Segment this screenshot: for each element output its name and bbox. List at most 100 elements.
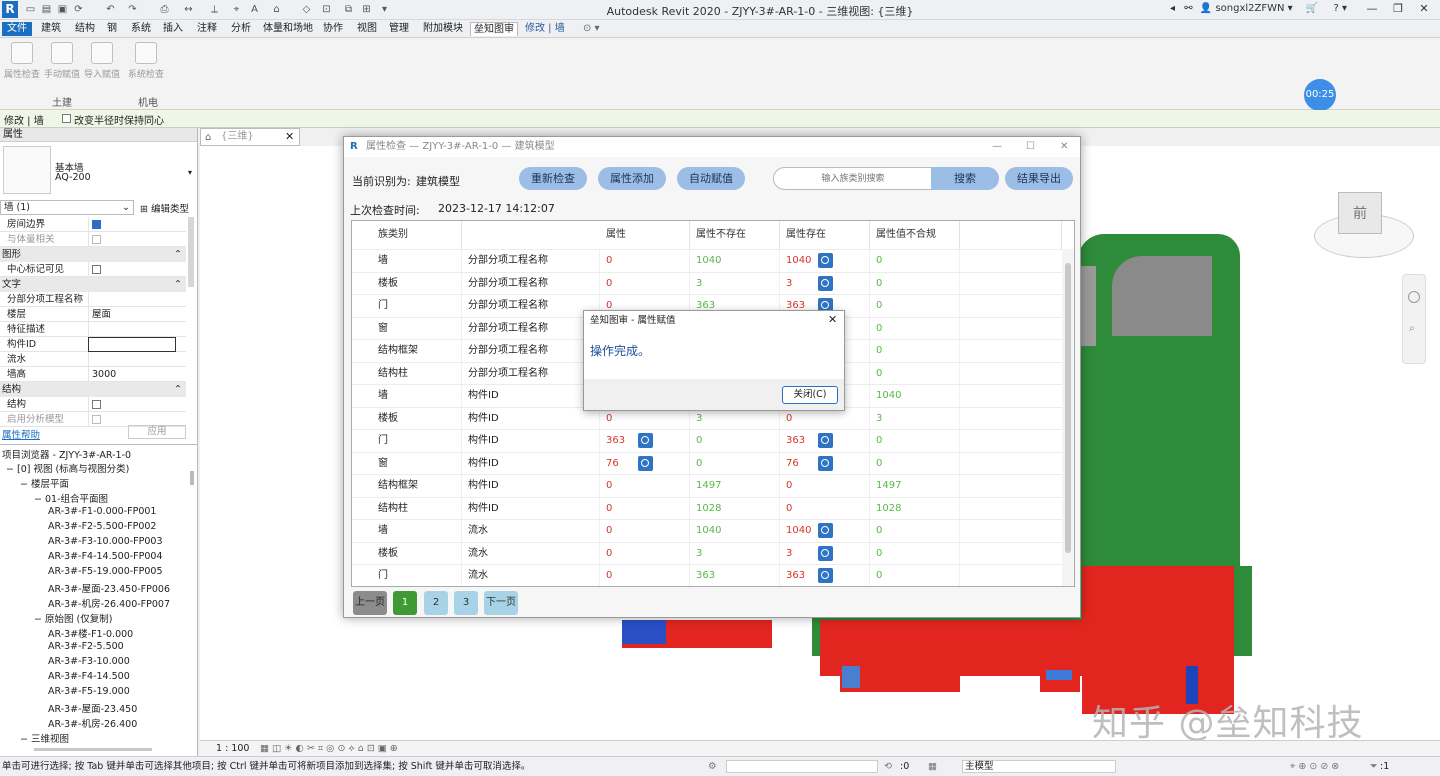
tree-item[interactable]: AR-3#-F5-19.000	[48, 686, 130, 697]
keep-concentric-checkbox[interactable]	[62, 114, 71, 123]
prev-page-button[interactable]: 上一页	[353, 591, 387, 615]
tree-item[interactable]: AR-3#-F3-10.000	[48, 656, 130, 667]
checked-checkbox-icon[interactable]	[92, 220, 101, 229]
workset-dropdown[interactable]	[726, 760, 878, 773]
measure-icon[interactable]: ↔	[182, 3, 195, 16]
switch-windows-icon[interactable]: ⧉	[342, 3, 355, 16]
dialog-minimize-button[interactable]: —	[992, 137, 1002, 157]
auto-assign-button[interactable]: 自动赋值	[677, 167, 745, 190]
filter-icon[interactable]: ⏷	[1370, 757, 1378, 776]
unchecked-checkbox-icon[interactable]	[92, 400, 101, 409]
save-icon[interactable]: ▣	[56, 3, 69, 16]
close-tab-icon[interactable]: ✕	[285, 129, 294, 145]
import-assign-button[interactable]: 导入赋值	[82, 42, 122, 86]
table-row[interactable]: 窗 构件ID 76 0 76 0	[352, 451, 1062, 475]
tree-item[interactable]: AR-3#-F2-5.500-FP002	[48, 521, 156, 532]
property-value[interactable]: 3000	[88, 367, 176, 382]
tab-more-icon[interactable]: ⊙ ▾	[580, 22, 603, 36]
table-row[interactable]: 门 流水 0 363 363 0	[352, 564, 1062, 586]
view-control-icons[interactable]: ▦ ◫ ☀ ◐ ✂ ⌗ ◎ ⊙ ⟡ ⌂ ⊡ ▣ ⊕	[260, 741, 398, 756]
tab-massing[interactable]: 体量和场地	[260, 22, 316, 36]
view-detail-search-icon[interactable]	[818, 545, 833, 561]
print-icon[interactable]: ⎙	[158, 3, 171, 16]
help-dropdown-icon[interactable]: ▾	[1342, 3, 1347, 14]
view-detail-search-icon[interactable]	[818, 433, 833, 448]
worksharing-icon[interactable]: ⚙	[708, 757, 717, 776]
tab-view[interactable]: 视图	[354, 22, 380, 36]
browser-scrollbar[interactable]	[190, 471, 194, 485]
view-detail-search-icon[interactable]	[638, 433, 653, 448]
property-value[interactable]	[88, 292, 176, 307]
collapse-icon[interactable]: ⌃	[174, 382, 182, 397]
tab-analyze[interactable]: 分析	[228, 22, 254, 36]
view-tab-3d[interactable]: ⌂ {三维} ✕	[200, 128, 300, 146]
tree-toggle-icon[interactable]: −	[20, 734, 31, 745]
unchecked-checkbox-icon[interactable]	[92, 265, 101, 274]
tree-item[interactable]: − 原始图 (仅复制)	[34, 611, 112, 625]
tile-icon[interactable]: ⊞	[360, 3, 373, 16]
apply-button[interactable]: 应用	[128, 425, 186, 439]
text-icon[interactable]: A	[248, 3, 261, 16]
tab-collaborate[interactable]: 协作	[320, 22, 346, 36]
tree-item[interactable]: − 楼层平面	[20, 476, 69, 490]
column-header[interactable]: 属性值不合规	[870, 221, 960, 249]
property-checkbox[interactable]	[88, 397, 176, 412]
column-header[interactable]: 族类别	[372, 221, 462, 249]
table-row[interactable]: 结构柱 构件ID 0 1028 0 1028	[352, 496, 1062, 520]
message-close-button[interactable]: 关闭(C)	[782, 386, 838, 404]
main-model-dropdown[interactable]: 主模型	[962, 760, 1116, 773]
dimension-icon[interactable]: ⟂	[208, 3, 221, 16]
view-detail-search-icon[interactable]	[818, 455, 833, 471]
tag-icon[interactable]: ⌖	[230, 3, 243, 16]
close-window-button[interactable]: ✕	[1414, 2, 1434, 18]
table-row[interactable]: 楼板 分部分项工程名称 0 3 3 0	[352, 271, 1062, 295]
tree-item[interactable]: AR-3#-F3-10.000-FP003	[48, 536, 163, 547]
properties-section[interactable]: 图形 ⌃	[0, 247, 186, 262]
view-detail-search-icon[interactable]	[638, 455, 653, 471]
view-detail-search-icon[interactable]	[818, 253, 833, 268]
next-page-button[interactable]: 下一页	[484, 591, 518, 615]
tree-item[interactable]: AR-3#-F2-5.500	[48, 641, 124, 652]
collapse-icon[interactable]: ⌃	[174, 277, 182, 292]
property-checkbox[interactable]	[88, 217, 176, 232]
folder-icon[interactable]: ▤	[40, 3, 53, 16]
tree-item[interactable]: − 三维视图	[20, 731, 69, 745]
tree-item[interactable]: AR-3#-屋面-23.450	[48, 701, 137, 715]
table-scrollbar[interactable]	[1062, 249, 1074, 586]
table-scroll-thumb[interactable]	[1065, 263, 1071, 553]
view-detail-search-icon[interactable]	[818, 275, 833, 291]
tree-toggle-icon[interactable]: −	[34, 494, 45, 505]
browser-hscrollbar[interactable]	[34, 748, 152, 751]
section-icon[interactable]: ◇	[300, 3, 313, 16]
user-icon[interactable]: 👤	[1200, 3, 1212, 14]
property-value[interactable]	[88, 322, 176, 337]
tree-toggle-icon[interactable]: −	[34, 614, 45, 625]
tab-insert[interactable]: 插入	[160, 22, 186, 36]
tab-addins[interactable]: 附加模块	[420, 22, 466, 36]
selection-option-icons[interactable]: ⌖ ⊕ ⊙ ⊘ ⊗	[1290, 757, 1339, 776]
unchecked-checkbox-icon[interactable]	[92, 415, 101, 424]
add-property-button[interactable]: 属性添加	[598, 167, 666, 190]
binoculars-icon[interactable]: ⚯	[1184, 3, 1192, 14]
property-check-button[interactable]: 属性检查	[2, 42, 42, 86]
close-hidden-icon[interactable]: ⊡	[320, 3, 333, 16]
page-1-button[interactable]: 1	[393, 591, 417, 615]
properties-scrollbar[interactable]	[188, 217, 194, 287]
user-dropdown-icon[interactable]: ▾	[1288, 3, 1293, 14]
revit-logo-icon[interactable]: R	[2, 1, 18, 18]
qat-dropdown-icon[interactable]: ▾	[378, 3, 391, 16]
type-selector-dropdown-icon[interactable]: ▾	[188, 168, 192, 177]
tab-architecture[interactable]: 建筑	[38, 22, 64, 36]
3d-view-icon[interactable]: ⌂	[270, 3, 283, 16]
view-detail-search-icon[interactable]	[818, 523, 833, 538]
user-name[interactable]: songxl2ZFWN	[1215, 3, 1284, 14]
properties-help-link[interactable]: 属性帮助	[2, 427, 40, 441]
page-2-button[interactable]: 2	[424, 591, 448, 615]
tab-systems[interactable]: 系统	[128, 22, 154, 36]
page-3-button[interactable]: 3	[454, 591, 478, 615]
unchecked-checkbox-icon[interactable]	[92, 235, 101, 244]
tab-modify-wall[interactable]: 修改 | 墙	[522, 22, 568, 36]
system-check-button[interactable]: 系统检查	[126, 42, 166, 86]
tree-item[interactable]: − 01-组合平面图	[34, 491, 108, 505]
cart-icon[interactable]: 🛒	[1306, 3, 1318, 14]
